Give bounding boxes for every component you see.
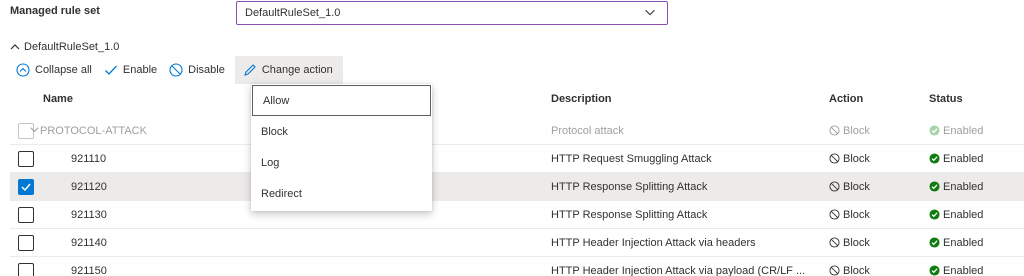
rule-action-label: Block	[843, 181, 870, 193]
check-circle-icon	[929, 237, 940, 248]
managed-rule-set-dropdown[interactable]: DefaultRuleSet_1.0	[236, 1, 668, 25]
chevron-down-icon	[30, 127, 39, 133]
rule-status-label: Enabled	[943, 209, 984, 221]
block-icon	[829, 153, 840, 164]
group-name-label: PROTOCOL-ATTACK	[40, 125, 147, 137]
rule-set-group-title: DefaultRuleSet_1.0	[24, 41, 120, 53]
rule-id: 921140	[71, 237, 107, 249]
managed-rule-set-label: Managed rule set	[10, 5, 100, 17]
rule-description: HTTP Request Smuggling Attack	[551, 153, 712, 165]
rule-action-label: Block	[843, 265, 870, 276]
rule-status: Enabled	[929, 237, 983, 249]
rule-status: Enabled	[929, 265, 983, 276]
check-circle-icon	[929, 265, 940, 276]
managed-rule-set-value: DefaultRuleSet_1.0	[245, 7, 341, 19]
disable-label: Disable	[188, 64, 225, 76]
chevron-down-icon	[645, 9, 655, 16]
edit-pencil-icon	[243, 64, 256, 76]
disable-icon	[169, 63, 183, 77]
rule-description: HTTP Response Splitting Attack	[551, 181, 708, 193]
rule-status: Enabled	[929, 153, 983, 165]
rule-status: Enabled	[929, 181, 983, 193]
rule-action: Block	[829, 181, 870, 193]
group-status-label: Enabled	[943, 125, 984, 137]
check-circle-icon	[929, 153, 940, 164]
column-header-action[interactable]: Action	[829, 93, 863, 105]
rule-id: 921120	[71, 181, 107, 193]
collapse-all-button[interactable]: Collapse all	[14, 56, 98, 84]
rule-action: Block	[829, 237, 870, 249]
column-header-name[interactable]: Name	[43, 93, 73, 105]
checkmark-icon	[21, 183, 31, 192]
menu-item-log[interactable]: Log	[251, 147, 432, 178]
row-checkbox[interactable]	[18, 263, 34, 276]
rule-description: HTTP Header Injection Attack via payload…	[551, 265, 806, 276]
chevron-up-icon	[10, 44, 20, 50]
table-row[interactable]: 921120 HTTP Response Splitting Attack Bloc…	[10, 173, 1024, 201]
group-name[interactable]: PROTOCOL-ATTACK	[30, 125, 147, 137]
rule-status-label: Enabled	[943, 181, 984, 193]
collapse-circle-icon	[16, 63, 30, 77]
block-icon	[829, 209, 840, 220]
column-header-status[interactable]: Status	[929, 93, 963, 105]
rule-action-label: Block	[843, 237, 870, 249]
rule-status-label: Enabled	[943, 237, 984, 249]
rule-description: HTTP Response Splitting Attack	[551, 209, 708, 221]
enable-label: Enable	[122, 64, 158, 76]
column-header-description[interactable]: Description	[551, 93, 612, 105]
rule-action: Block	[829, 209, 870, 221]
group-description: Protocol attack	[551, 125, 624, 137]
table-row[interactable]: 921110 HTTP Request Smuggling Attack Block…	[10, 145, 1024, 173]
check-circle-icon	[929, 181, 940, 192]
row-checkbox[interactable]	[18, 235, 34, 251]
rule-action: Block	[829, 153, 870, 165]
group-row-protocol-attack[interactable]: PROTOCOL-ATTACK Protocol attack Block En…	[10, 117, 1024, 145]
table-row[interactable]: 921140 HTTP Header Injection Attack via h…	[10, 229, 1024, 257]
rule-status: Enabled	[929, 209, 983, 221]
enable-button[interactable]: Enable	[102, 56, 163, 84]
block-icon	[829, 181, 840, 192]
toolbar: Collapse all Enable Disable Change actio…	[14, 56, 343, 84]
menu-item-allow[interactable]: Allow	[252, 85, 431, 116]
block-icon	[829, 237, 840, 248]
block-icon	[829, 265, 840, 276]
table-row[interactable]: 921130 HTTP Response Splitting Attack Bloc…	[10, 201, 1024, 229]
change-action-label: Change action	[261, 64, 333, 76]
table-row[interactable]: 921150 HTTP Header Injection Attack via p…	[10, 257, 1024, 276]
rule-status-label: Enabled	[943, 265, 984, 276]
rule-status-label: Enabled	[943, 153, 984, 165]
disable-button[interactable]: Disable	[167, 56, 231, 84]
row-checkbox[interactable]	[18, 179, 34, 195]
checkmark-icon	[104, 65, 117, 75]
group-action-label: Block	[843, 125, 870, 137]
block-icon	[829, 125, 840, 136]
collapse-all-label: Collapse all	[35, 64, 92, 76]
menu-item-redirect[interactable]: Redirect	[251, 178, 432, 209]
rule-id: 921150	[71, 265, 107, 276]
rule-id: 921110	[71, 153, 107, 165]
row-checkbox[interactable]	[18, 207, 34, 223]
rule-id: 921130	[71, 209, 107, 221]
row-checkbox[interactable]	[18, 151, 34, 167]
check-circle-icon	[929, 125, 940, 136]
rule-set-group-header[interactable]: DefaultRuleSet_1.0	[10, 41, 119, 53]
group-action: Block	[829, 125, 870, 137]
rule-description: HTTP Header Injection Attack via headers	[551, 237, 756, 249]
check-circle-icon	[929, 209, 940, 220]
rule-action-label: Block	[843, 153, 870, 165]
menu-item-block[interactable]: Block	[251, 116, 432, 147]
change-action-button[interactable]: Change action	[234, 56, 343, 84]
rule-action-label: Block	[843, 209, 870, 221]
change-action-menu: Allow Block Log Redirect	[251, 84, 432, 211]
rule-action: Block	[829, 265, 870, 276]
group-status: Enabled	[929, 125, 983, 137]
